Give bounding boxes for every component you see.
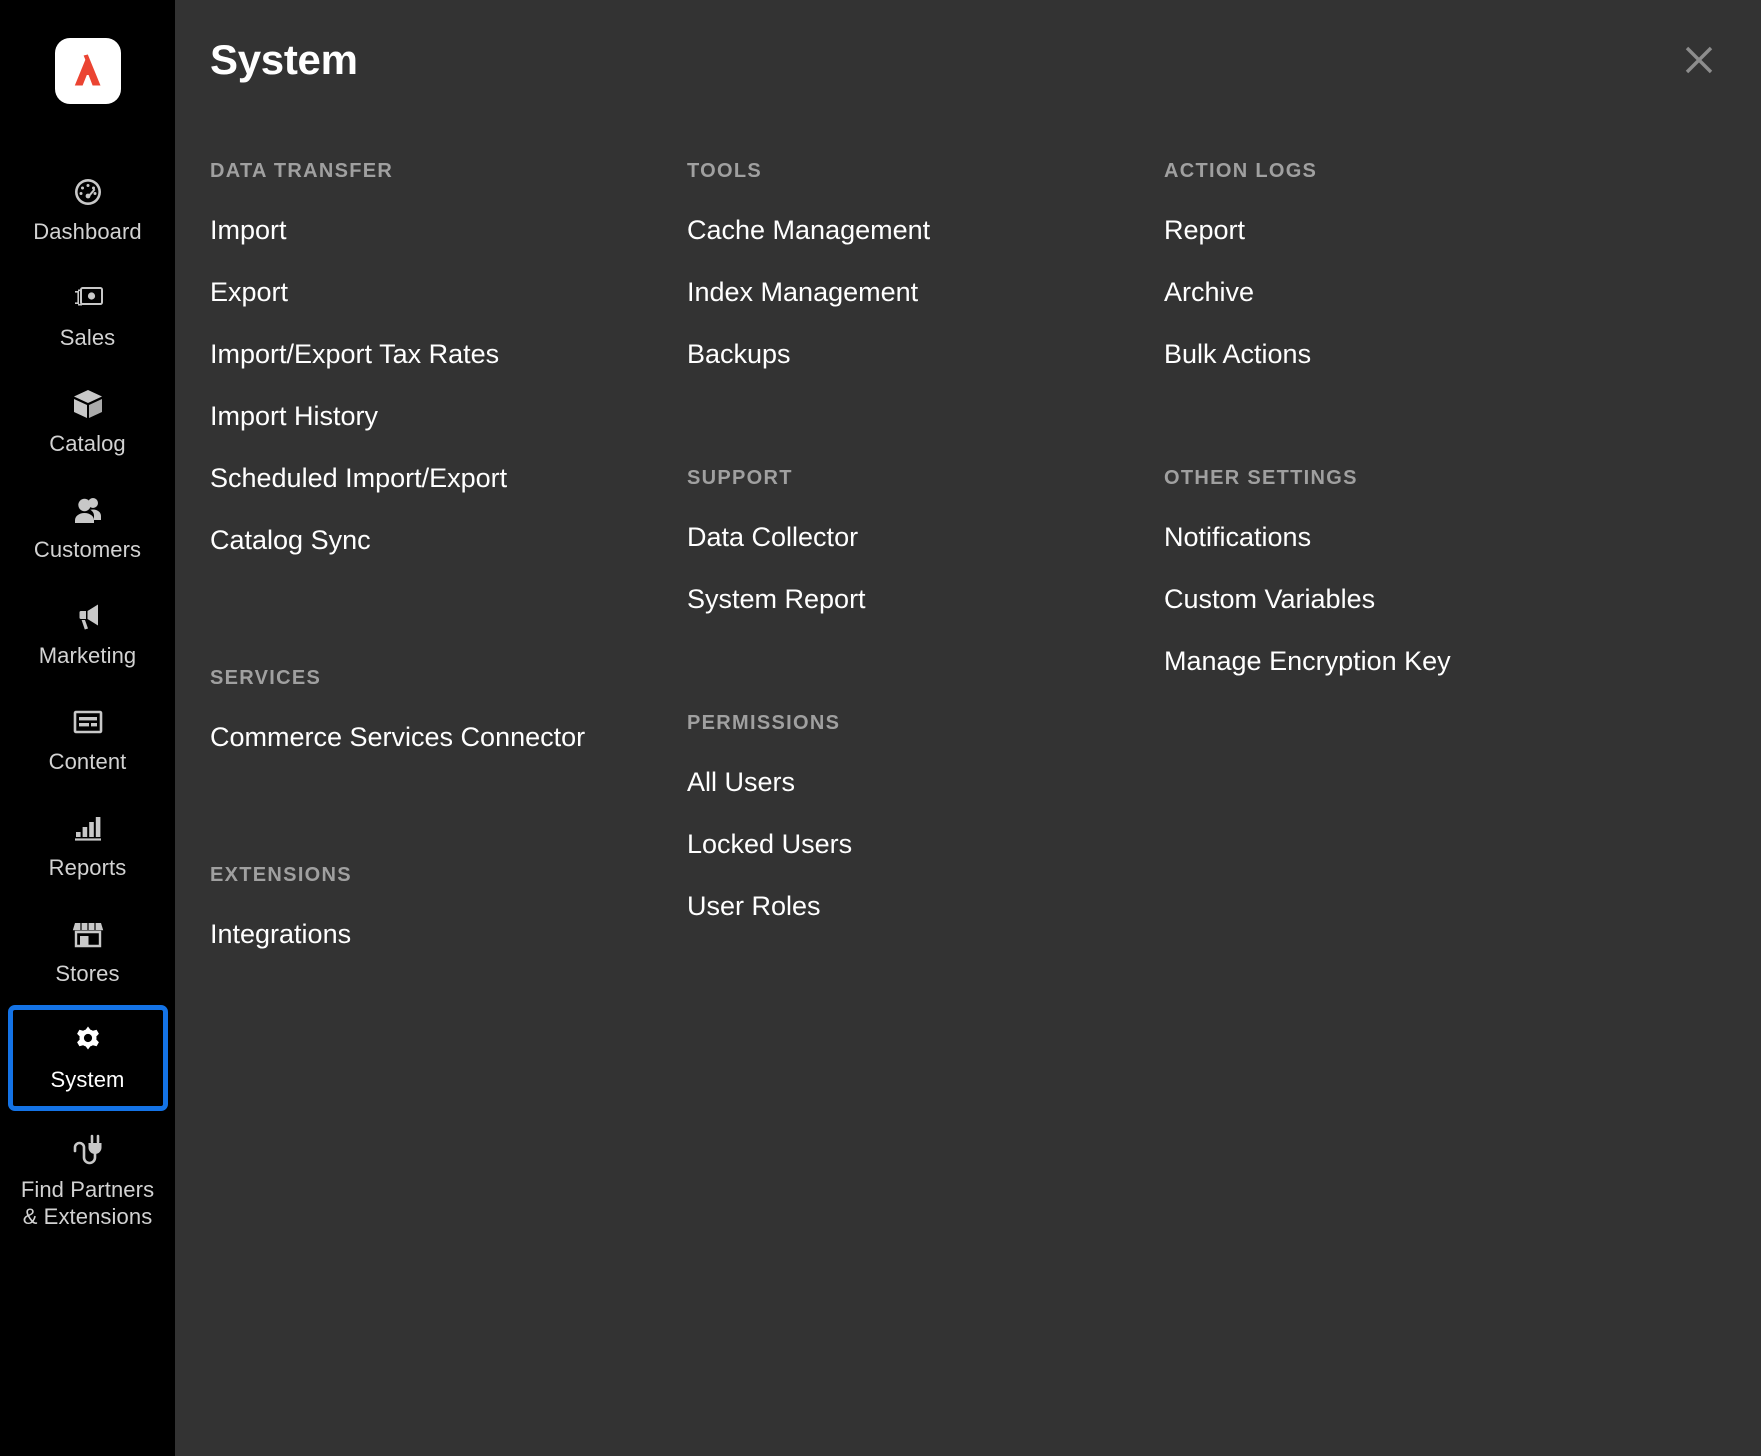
menu-link-data-collector[interactable]: Data Collector xyxy=(687,516,858,559)
group-title: TOOLS xyxy=(687,160,763,182)
primary-sidebar: Dashboard Sales Catalog Customers Market… xyxy=(0,0,175,1456)
marketing-megaphone-icon xyxy=(70,598,106,634)
menu-group-tools: TOOLS Cache Management Index Management … xyxy=(687,160,1164,376)
menu-link-catalog-sync[interactable]: Catalog Sync xyxy=(210,519,371,562)
menu-link-import-history[interactable]: Import History xyxy=(210,395,378,438)
group-title: ACTION LOGS xyxy=(1164,160,1318,182)
menu-column-3: ACTION LOGS Report Archive Bulk Actions … xyxy=(1164,160,1644,975)
menu-link-export[interactable]: Export xyxy=(210,271,288,314)
menu-link-scheduled-import-export[interactable]: Scheduled Import/Export xyxy=(210,457,507,500)
group-title: EXTENSIONS xyxy=(210,864,352,886)
sidebar-item-label: Content xyxy=(48,749,127,775)
menu-link-index-management[interactable]: Index Management xyxy=(687,271,918,314)
menu-link-bulk-actions[interactable]: Bulk Actions xyxy=(1164,333,1311,376)
menu-group-permissions: PERMISSIONS All Users Locked Users User … xyxy=(687,712,1164,928)
system-menu-panel: System DATA TRANSFER Import Export Impor… xyxy=(175,0,1761,1456)
menu-link-commerce-services-connector[interactable]: Commerce Services Connector xyxy=(210,716,585,759)
sidebar-item-label: Customers xyxy=(33,537,142,563)
menu-group-services: SERVICES Commerce Services Connector xyxy=(210,667,687,759)
group-title: PERMISSIONS xyxy=(687,712,841,734)
group-title: SUPPORT xyxy=(687,467,793,489)
content-page-icon xyxy=(70,704,106,740)
menu-link-import-export-tax-rates[interactable]: Import/Export Tax Rates xyxy=(210,333,499,376)
menu-group-extensions: EXTENSIONS Integrations xyxy=(210,864,687,956)
menu-column-2: TOOLS Cache Management Index Management … xyxy=(687,160,1164,975)
adobe-commerce-logo[interactable] xyxy=(54,38,121,104)
sidebar-item-label: Dashboard xyxy=(33,219,142,245)
sales-money-icon xyxy=(70,280,106,316)
sidebar-item-content[interactable]: Content xyxy=(13,692,163,788)
menu-link-locked-users[interactable]: Locked Users xyxy=(687,823,852,866)
sidebar-item-marketing[interactable]: Marketing xyxy=(13,586,163,682)
menu-link-report[interactable]: Report xyxy=(1164,209,1245,252)
customers-people-icon xyxy=(70,492,106,528)
sidebar-item-label: Stores xyxy=(55,961,120,987)
sidebar-item-sales[interactable]: Sales xyxy=(13,268,163,364)
menu-group-data-transfer: DATA TRANSFER Import Export Import/Expor… xyxy=(210,160,687,562)
menu-link-manage-encryption-key[interactable]: Manage Encryption Key xyxy=(1164,640,1451,683)
menu-link-integrations[interactable]: Integrations xyxy=(210,913,351,956)
sidebar-item-label: Catalog xyxy=(49,431,126,457)
menu-link-system-report[interactable]: System Report xyxy=(687,578,866,621)
system-menu-grid: DATA TRANSFER Import Export Import/Expor… xyxy=(210,160,1761,975)
menu-link-user-roles[interactable]: User Roles xyxy=(687,885,821,928)
stores-storefront-icon xyxy=(70,916,106,952)
extensions-plug-icon xyxy=(70,1132,106,1168)
group-title: DATA TRANSFER xyxy=(210,160,394,182)
menu-group-action-logs: ACTION LOGS Report Archive Bulk Actions xyxy=(1164,160,1644,376)
admin-menu-overlay: Dashboard Sales Catalog Customers Market… xyxy=(0,0,1761,1456)
group-title: SERVICES xyxy=(210,667,322,689)
menu-link-cache-management[interactable]: Cache Management xyxy=(687,209,930,252)
menu-link-all-users[interactable]: All Users xyxy=(687,761,795,804)
group-title: OTHER SETTINGS xyxy=(1164,467,1358,489)
catalog-box-icon xyxy=(70,386,106,422)
menu-link-import[interactable]: Import xyxy=(210,209,287,252)
menu-group-other-settings: OTHER SETTINGS Notifications Custom Vari… xyxy=(1164,467,1644,683)
sidebar-item-catalog[interactable]: Catalog xyxy=(13,374,163,470)
menu-link-archive[interactable]: Archive xyxy=(1164,271,1254,314)
sidebar-item-stores[interactable]: Stores xyxy=(13,904,163,1000)
sidebar-item-label: Sales xyxy=(59,325,116,351)
menu-group-support: SUPPORT Data Collector System Report xyxy=(687,467,1164,621)
sidebar-item-label: Marketing xyxy=(38,643,137,669)
reports-bar-chart-icon xyxy=(70,810,106,846)
panel-header: System xyxy=(175,0,1761,128)
sidebar-item-find-partners-extensions[interactable]: Find Partners & Extensions xyxy=(13,1116,163,1246)
sidebar-item-label: Find Partners & Extensions xyxy=(20,1176,155,1229)
sidebar-item-dashboard[interactable]: Dashboard xyxy=(13,162,163,258)
menu-link-notifications[interactable]: Notifications xyxy=(1164,516,1311,559)
sidebar-item-label: System xyxy=(50,1067,125,1093)
sidebar-item-reports[interactable]: Reports xyxy=(13,798,163,894)
menu-link-backups[interactable]: Backups xyxy=(687,333,791,376)
dashboard-gauge-icon xyxy=(70,174,106,210)
menu-link-custom-variables[interactable]: Custom Variables xyxy=(1164,578,1375,621)
close-button[interactable] xyxy=(1667,28,1731,92)
sidebar-item-system[interactable]: System xyxy=(7,1005,168,1111)
sidebar-item-customers[interactable]: Customers xyxy=(13,480,163,576)
close-icon xyxy=(1679,40,1719,80)
sidebar-item-label: Reports xyxy=(48,855,127,881)
system-gear-icon xyxy=(70,1022,106,1058)
menu-column-1: DATA TRANSFER Import Export Import/Expor… xyxy=(210,160,687,975)
page-title: System xyxy=(210,36,358,83)
